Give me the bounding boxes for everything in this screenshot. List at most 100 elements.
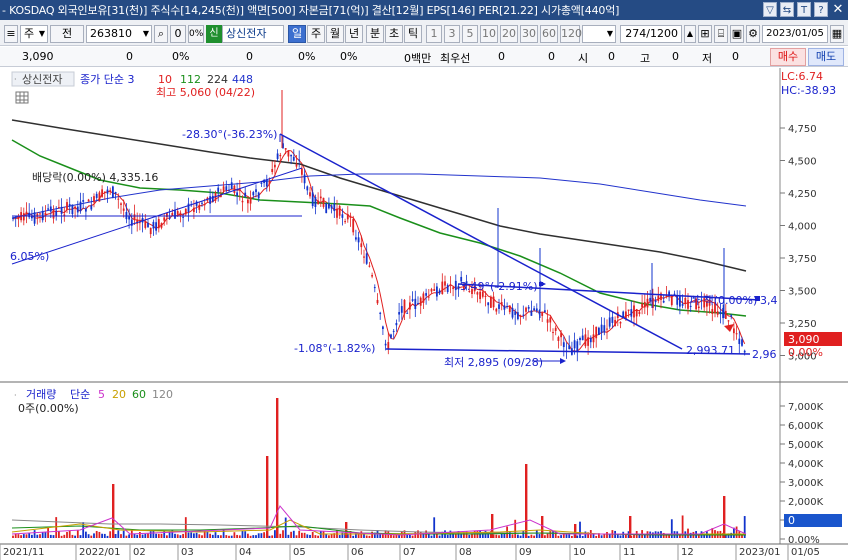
x-tick-label: 2021/11: [3, 547, 45, 558]
tab-min-20[interactable]: 20: [500, 25, 518, 43]
volume-bar: [365, 535, 368, 538]
candle-body: [606, 328, 608, 330]
chevron-down-icon: ▼: [606, 29, 613, 38]
candle-body: [106, 189, 109, 194]
market-type-value: 주: [24, 27, 35, 40]
x-tick-label: 03: [181, 547, 194, 558]
volume-bar: [187, 532, 190, 538]
swap-icon[interactable]: ⇆: [780, 2, 794, 17]
candle-body: [600, 324, 603, 334]
volume-bar: [209, 533, 211, 538]
candle-body: [344, 221, 346, 223]
y-tick-label: 6,000K: [788, 421, 824, 432]
percent-toggle[interactable]: 0%: [188, 25, 204, 43]
chart-area[interactable]: 4,750 4,500 4,250 4,000 3,750 3,500 3,250 3,000…: [0, 68, 848, 560]
volume-bar: [544, 535, 546, 538]
candle-body: [419, 297, 422, 306]
candle-body: [303, 174, 306, 184]
candle-body: [576, 341, 579, 353]
custom-period-select[interactable]: ▼: [582, 25, 616, 43]
candle-body: [252, 192, 255, 196]
tab-day[interactable]: 일: [288, 25, 306, 43]
candle-body: [727, 320, 730, 322]
tab-min-3[interactable]: 3: [444, 25, 460, 43]
settings-icon[interactable]: ⚙: [746, 25, 760, 43]
trend3-label: 3.49°(-2.91%): [460, 280, 538, 293]
volume-bar: [309, 534, 311, 538]
save-icon[interactable]: ▣: [730, 25, 744, 43]
volume-bar: [533, 535, 535, 538]
volume-bar: [68, 530, 71, 538]
candle-body: [166, 212, 168, 218]
candle-body: [346, 214, 349, 220]
volume-bar: [260, 533, 263, 538]
candle-body: [546, 319, 549, 323]
date-field[interactable]: 2023/01/05: [762, 25, 828, 43]
volume-bar: [311, 532, 314, 538]
tab-second[interactable]: 초: [385, 25, 403, 43]
volume-bar: [606, 531, 608, 538]
tab-year[interactable]: 년: [345, 25, 363, 43]
stock-code-value: 263810: [90, 27, 132, 40]
buy-button[interactable]: 매수: [770, 48, 806, 66]
volume-bar: [292, 530, 295, 538]
stock-name-field[interactable]: 상신전자: [222, 25, 284, 43]
tab-minute[interactable]: 분: [366, 25, 384, 43]
chart-icon[interactable]: ⌸: [714, 25, 728, 43]
close-icon[interactable]: ✕: [830, 1, 846, 18]
dropdown-icon[interactable]: ▽: [763, 2, 777, 17]
tab-tick[interactable]: 틱: [404, 25, 422, 43]
candle-body: [646, 298, 649, 308]
candle-body: [500, 302, 503, 306]
trend2-label: -1.08°(-1.82%): [294, 342, 375, 355]
volume-bar: [230, 535, 233, 538]
tab-min-5[interactable]: 5: [462, 25, 478, 43]
volume-bar: [214, 532, 217, 538]
stock-code-input[interactable]: 263810 ▼: [86, 25, 152, 43]
candle-body: [44, 212, 47, 216]
volume-bar: [95, 530, 98, 538]
sell-button[interactable]: 매도: [808, 48, 844, 66]
help-icon[interactable]: ?: [814, 2, 828, 17]
volume-bar: [217, 535, 220, 538]
y-tick-label: 4,750: [788, 124, 817, 135]
high-value: 0: [672, 50, 679, 63]
grid-toggle-icon[interactable]: [15, 91, 29, 104]
tab-month[interactable]: 월: [326, 25, 344, 43]
candle-body: [249, 197, 252, 204]
current-price: 3,090: [22, 50, 54, 63]
period-sep[interactable]: 0: [170, 25, 186, 43]
tab-min-10[interactable]: 10: [480, 25, 498, 43]
candle-body: [17, 216, 20, 220]
x-tick-label: 2023/01: [739, 547, 781, 558]
chart-svg[interactable]: 4,750 4,500 4,250 4,000 3,750 3,500 3,250 3,000…: [0, 68, 848, 560]
trend1-label: -28.30°(-36.23%): [182, 128, 277, 141]
search-icon[interactable]: ⌕: [154, 25, 168, 43]
count-stepper[interactable]: ▲: [684, 25, 696, 43]
menu-icon[interactable]: ≡: [4, 25, 18, 43]
calendar-icon[interactable]: ▦: [830, 25, 844, 43]
volume-spike: [112, 484, 115, 538]
volume-value: 0: [246, 50, 253, 63]
candle-body: [174, 210, 176, 219]
candle-body: [411, 299, 414, 301]
candle-body: [336, 208, 338, 218]
tab-min-120[interactable]: 120: [560, 25, 582, 43]
text-icon[interactable]: T: [797, 2, 811, 17]
tab-min-1[interactable]: 1: [426, 25, 442, 43]
volume-bar: [149, 531, 152, 538]
grid-icon[interactable]: ⊞: [698, 25, 712, 43]
data-count-field[interactable]: 274/1200: [620, 25, 682, 43]
candle-body: [93, 196, 95, 203]
candle-body: [517, 312, 519, 320]
candle-body: [28, 212, 31, 218]
tab-week[interactable]: 주: [307, 25, 325, 43]
candle-body: [446, 285, 449, 292]
candle-body: [184, 208, 187, 215]
tab-min-30[interactable]: 30: [520, 25, 538, 43]
tab-min-60[interactable]: 60: [540, 25, 558, 43]
all-button[interactable]: 전: [50, 25, 84, 43]
volume-bar: [530, 534, 533, 538]
candle-body: [12, 217, 14, 219]
market-type-select[interactable]: 주 ▼: [20, 25, 48, 43]
